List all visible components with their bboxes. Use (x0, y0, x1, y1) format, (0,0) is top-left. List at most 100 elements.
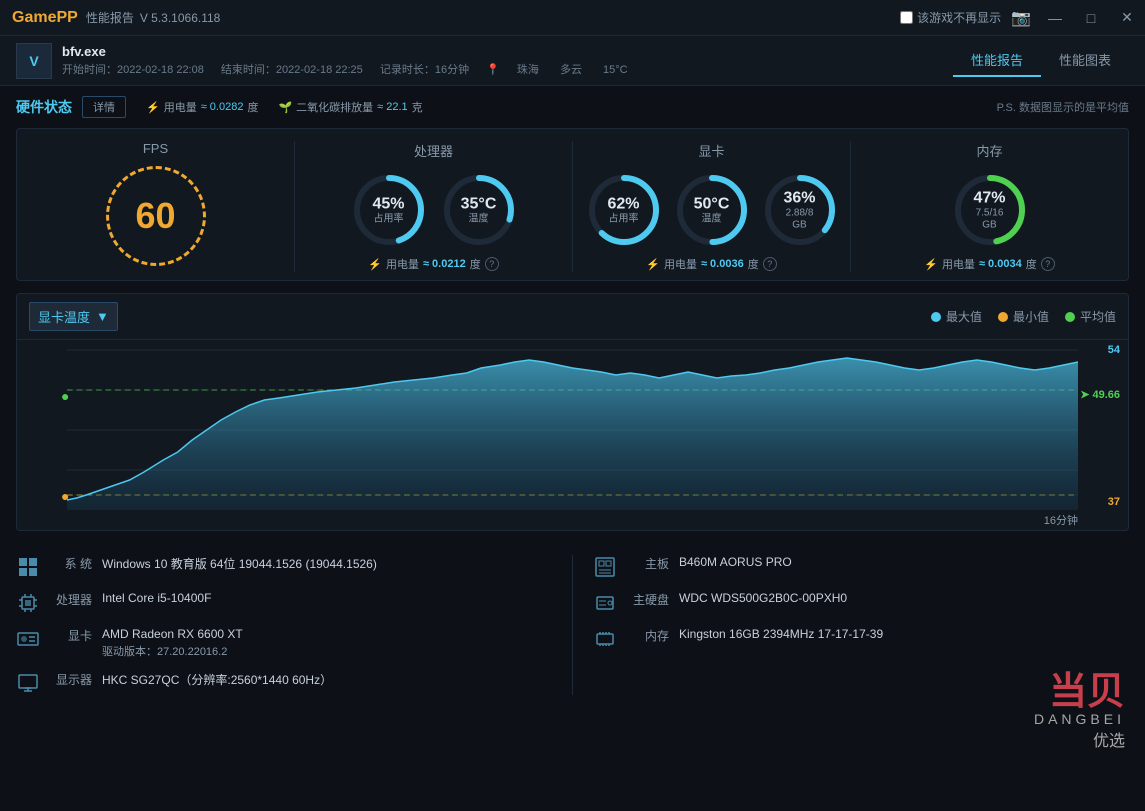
gpu-temp-label: 温度 (694, 214, 730, 226)
ps-note: P.S. 数据图显示的是平均值 (997, 99, 1129, 115)
end-time: 结束时间：2022-02-18 22:25 (221, 64, 363, 76)
os-icon (16, 555, 40, 579)
cpu-sys-icon (16, 591, 40, 615)
chart-area: 显卡温度 ▼ 最大值 最小值 平均值 54 (16, 293, 1129, 531)
chart-avg-label: ➤ 49.66 (1080, 388, 1120, 401)
cpu-usage-percent: 45% (372, 194, 404, 213)
legend-max-dot (931, 312, 941, 322)
gauges-row: FPS 60 处理器 45% 占用率 (16, 128, 1129, 281)
gpu-temp-text: 50°C 温度 (694, 194, 730, 225)
gpu-usage-percent: 62% (607, 194, 639, 213)
weather: 多云 (560, 64, 582, 76)
report-title: 性能报告 (86, 9, 134, 26)
legend-items: 最大值 最小值 平均值 (931, 308, 1116, 325)
memory-help-icon[interactable]: ? (1041, 257, 1055, 271)
ram-key: 内存 (627, 627, 669, 644)
os-key: 系 统 (50, 555, 92, 572)
tab-chart[interactable]: 性能图表 (1041, 44, 1129, 77)
power-value: ≈ 0.0282 (201, 101, 244, 113)
memory-percent: 47% (970, 188, 1010, 207)
no-show-label[interactable]: 该游戏不再显示 (900, 9, 1001, 26)
co2-icon: 🌱 (278, 101, 292, 114)
storage-icon (593, 591, 617, 615)
start-time: 开始时间：2022-02-18 22:08 (62, 64, 204, 76)
cpu-sys-key: 处理器 (50, 591, 92, 608)
ram-row: 内存 Kingston 16GB 2394MHz 17-17-17-39 (593, 627, 1129, 651)
gpu-power-value: ≈ 0.0036 (701, 258, 744, 270)
hw-label: 硬件状态 (16, 97, 72, 117)
gpu-row: 显卡 AMD Radeon RX 6600 XT 驱动版本：27.20.2201… (16, 627, 552, 659)
memory-power-value: ≈ 0.0034 (979, 258, 1022, 270)
location: 珠海 (517, 64, 539, 76)
power-icon: ⚡ (146, 101, 160, 114)
cpu-temp-label: 温度 (461, 214, 497, 226)
cpu-power-icon: ⚡ (368, 258, 382, 271)
camera-icon[interactable]: 📷 (1011, 8, 1031, 28)
avg-dot-left: ● (61, 388, 69, 404)
tab-report[interactable]: 性能报告 (953, 44, 1041, 77)
gpu-usage-label: 占用率 (607, 214, 639, 226)
chart-toolbar: 显卡温度 ▼ 最大值 最小值 平均值 (17, 294, 1128, 340)
sys-divider (572, 555, 573, 695)
monitor-icon (16, 671, 40, 695)
gpu-vram-gauge: 36% 2.88/8 GB (760, 170, 840, 250)
fps-section: FPS 60 (17, 141, 295, 272)
minimize-button[interactable]: — (1037, 0, 1073, 36)
gpu-vram-text: 36% 2.88/8 GB (780, 188, 820, 231)
game-info: bfv.exe 开始时间：2022-02-18 22:08 结束时间：2022-… (62, 44, 953, 77)
gpu-sys-icon (16, 627, 40, 651)
co2-value: ≈ 22.1 (377, 101, 408, 113)
location-icon: 📍 (486, 64, 500, 76)
gpu-help-icon[interactable]: ? (763, 257, 777, 271)
fps-value: 60 (135, 195, 175, 237)
logo: GamePP (12, 9, 78, 27)
cpu-usage-gauge: 45% 占用率 (349, 170, 429, 250)
version-label: V 5.3.1066.118 (140, 11, 221, 25)
mb-key: 主板 (627, 555, 669, 572)
window-controls: 该游戏不再显示 📷 — □ ✕ (900, 0, 1145, 35)
cpu-gauges: 45% 占用率 35°C 温度 (349, 170, 519, 250)
memory-power-icon: ⚡ (924, 258, 938, 271)
gpu-vram-label: 2.88/8 GB (780, 208, 820, 232)
close-button[interactable]: ✕ (1109, 0, 1145, 36)
gpu-usage-gauge: 62% 占用率 (584, 170, 664, 250)
gpu-driver: 驱动版本：27.20.22016.2 (102, 643, 243, 659)
fps-title: FPS (143, 141, 168, 156)
watermark-line1: 当贝 (1034, 673, 1125, 711)
cpu-help-icon[interactable]: ? (485, 257, 499, 271)
game-icon: V (16, 43, 52, 79)
chart-selector-label: 显卡温度 (38, 307, 90, 326)
cpu-sys-val: Intel Core i5-10400F (102, 591, 211, 605)
monitor-val: HKC SG27QC（分辨率:2560*1440 60Hz） (102, 671, 332, 688)
nav-tabs: 性能报告 性能图表 (953, 44, 1129, 77)
memory-section: 内存 47% 7.5/16 GB ⚡ 用电量 ≈ 0.0034 度 ? (851, 141, 1128, 272)
game-meta: 开始时间：2022-02-18 22:08 结束时间：2022-02-18 22… (62, 61, 953, 77)
restore-button[interactable]: □ (1073, 0, 1109, 36)
gpu-temp-value: 50°C (694, 194, 730, 213)
chart-time-label: 16分钟 (1044, 512, 1078, 528)
legend-min-dot (998, 312, 1008, 322)
chart-container: 54 ➤ 49.66 37 ● ● (17, 340, 1128, 530)
titlebar: GamePP 性能报告 V 5.3.1066.118 该游戏不再显示 📷 — □… (0, 0, 1145, 36)
record-time: 记录时长：16分钟 (380, 64, 469, 76)
no-show-checkbox[interactable] (900, 11, 913, 24)
detail-button[interactable]: 详情 (82, 96, 126, 118)
legend-max: 最大值 (931, 308, 982, 325)
mb-row: 主板 B460M AORUS PRO (593, 555, 1129, 579)
legend-avg-dot (1065, 312, 1075, 322)
gpu-sys-key: 显卡 (50, 627, 92, 644)
cpu-usage-text: 45% 占用率 (372, 194, 404, 225)
storage-key: 主硬盘 (627, 591, 669, 608)
cpu-power-row: ⚡ 用电量 ≈ 0.0212 度 ? (368, 256, 498, 272)
cpu-temp-gauge: 35°C 温度 (439, 170, 519, 250)
chart-svg (67, 340, 1078, 510)
status-items: ⚡ 用电量 ≈ 0.0282 度 🌱 二氧化碳排放量 ≈ 22.1 克 (146, 99, 423, 115)
monitor-key: 显示器 (50, 671, 92, 688)
chart-selector[interactable]: 显卡温度 ▼ (29, 302, 118, 331)
legend-min: 最小值 (998, 308, 1049, 325)
app-header: V bfv.exe 开始时间：2022-02-18 22:08 结束时间：202… (0, 36, 1145, 86)
cpu-row: 处理器 Intel Core i5-10400F (16, 591, 552, 615)
watermark-line3: 优选 (1034, 727, 1125, 751)
chart-max-label: 54 (1108, 344, 1120, 356)
sys-col-left: 系 统 Windows 10 教育版 64位 19044.1526 (19044… (16, 555, 552, 695)
